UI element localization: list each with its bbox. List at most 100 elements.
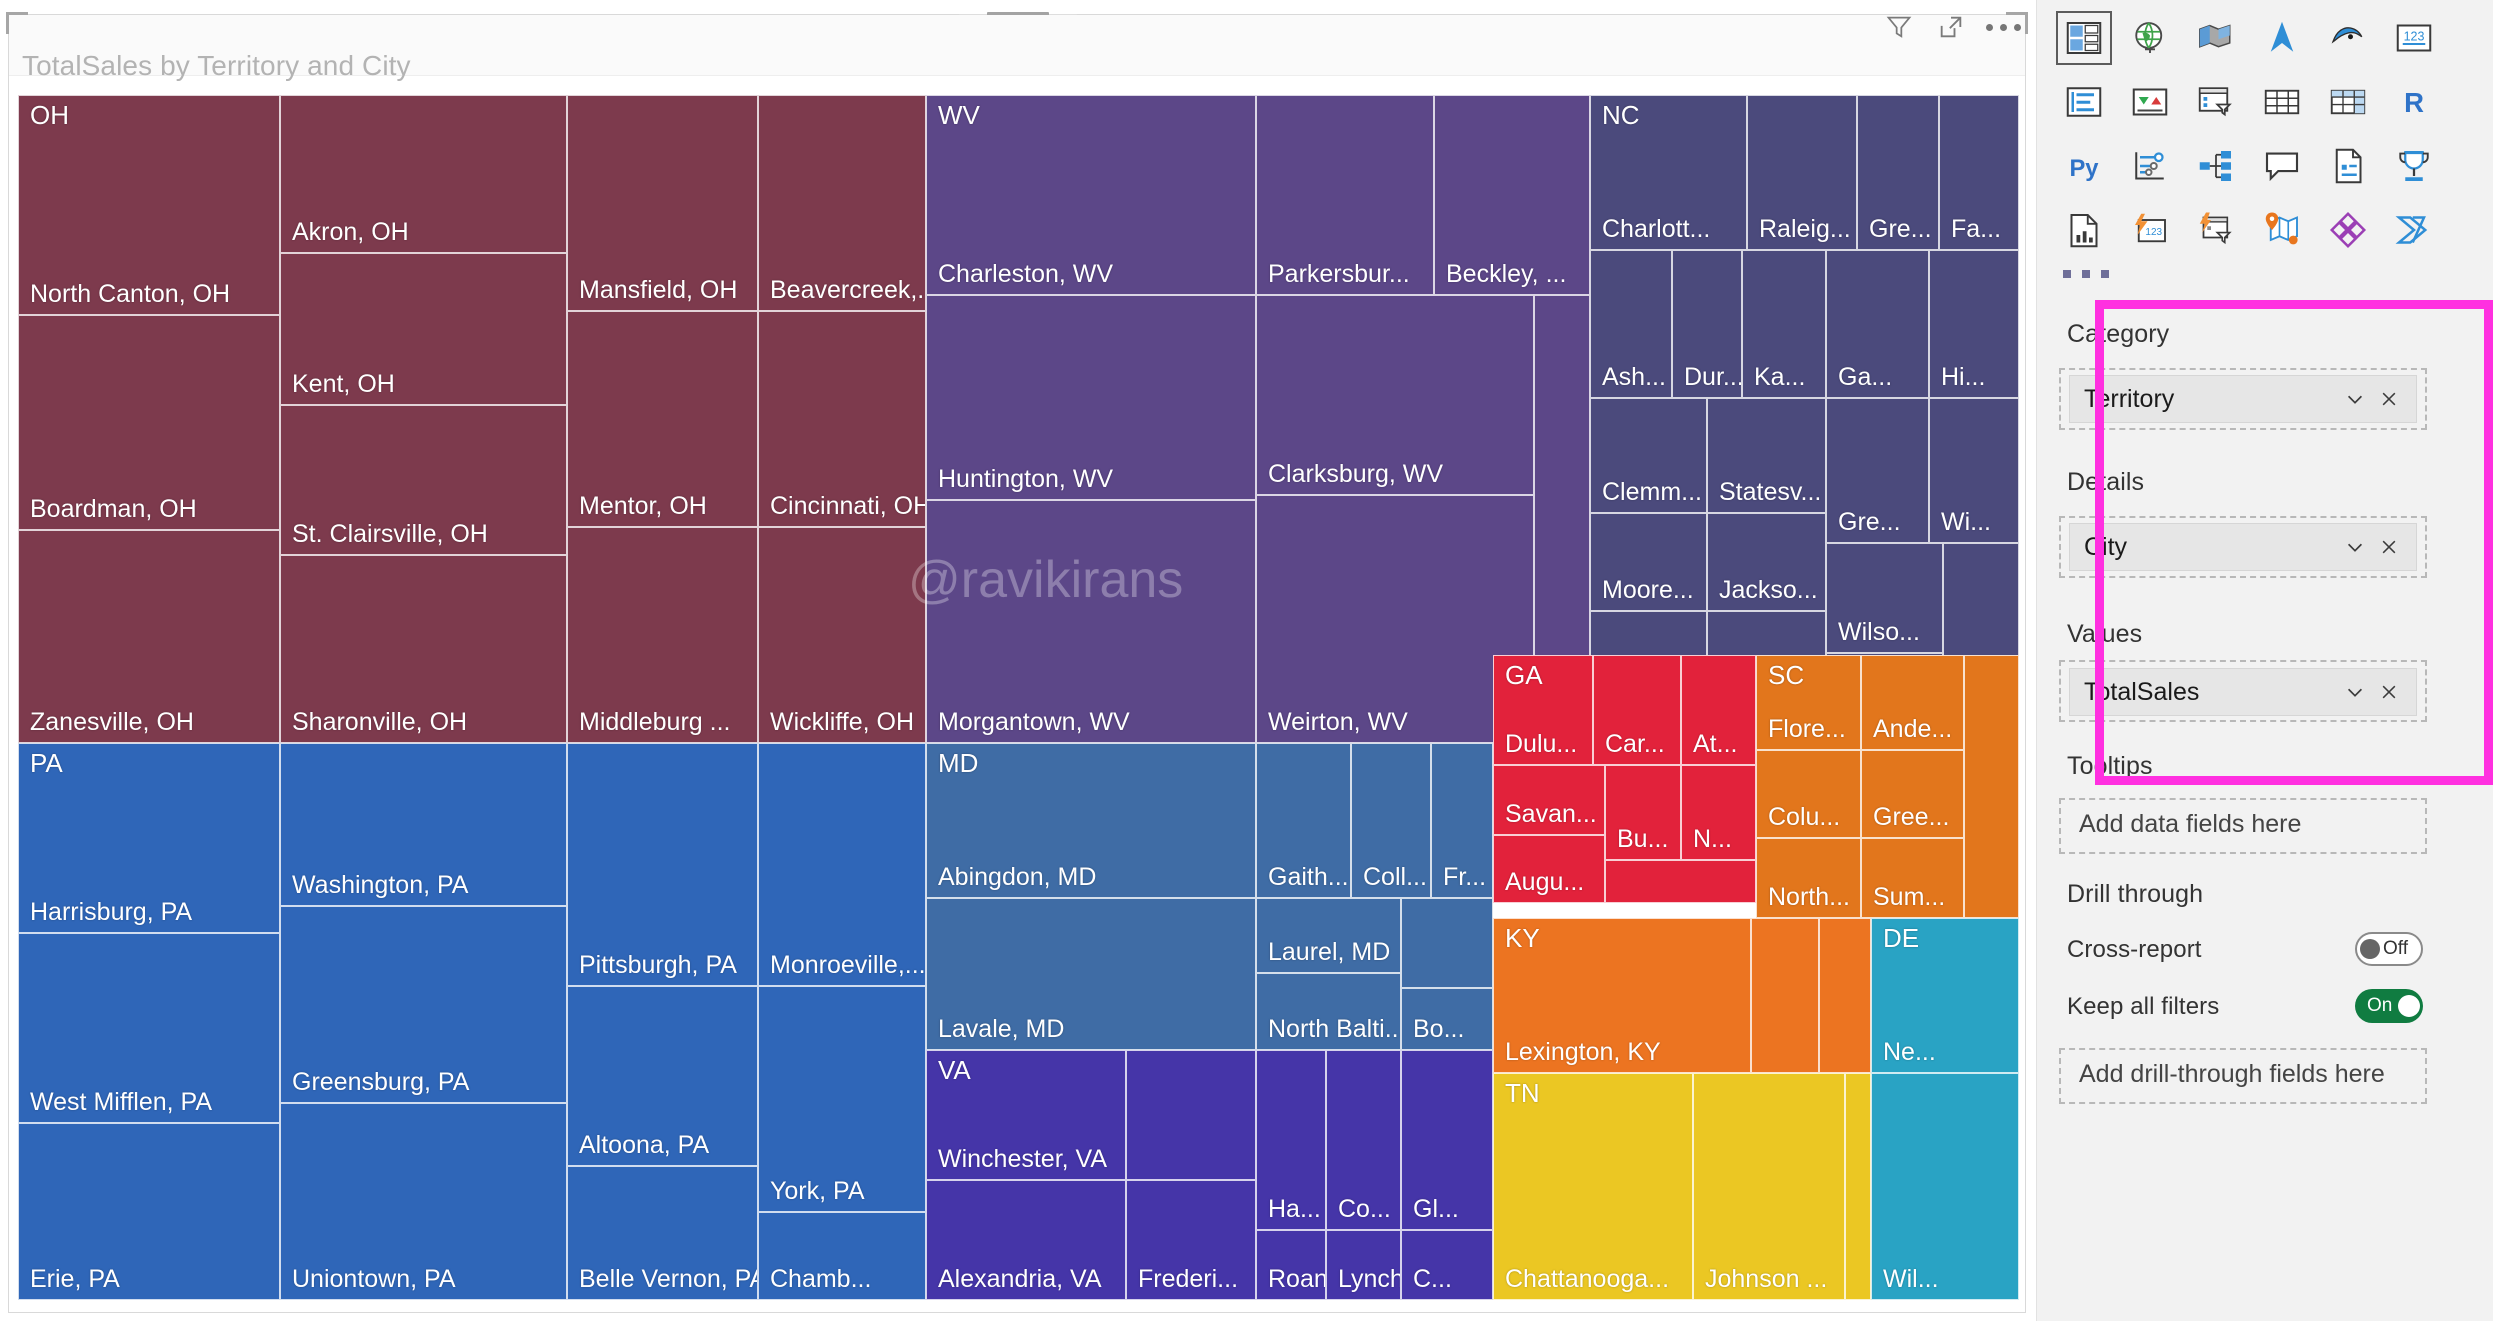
treemap-tile[interactable]: Pittsburgh, PA <box>567 743 758 986</box>
treemap-tile[interactable]: Clarksburg, WV <box>1256 295 1534 495</box>
slicer-icon[interactable] <box>2183 70 2249 134</box>
treemap-tile[interactable]: Akron, OH <box>280 95 567 253</box>
treemap-tile[interactable]: Gree... <box>1861 750 1964 838</box>
treemap-tile[interactable]: C... <box>1401 1230 1493 1300</box>
treemap-tile[interactable]: Jackso... <box>1707 513 1826 611</box>
r-script-visual-icon[interactable]: R <box>2381 70 2447 134</box>
treemap-tile[interactable]: Dur... <box>1672 250 1742 398</box>
treemap-tile[interactable]: Alexandria, VA <box>926 1180 1126 1300</box>
treemap-tile[interactable]: Clemm... <box>1590 398 1707 513</box>
focus-mode-icon[interactable] <box>1936 12 1966 42</box>
treemap-tile[interactable]: Bu... <box>1605 765 1681 860</box>
treemap-tile[interactable]: Ha... <box>1256 1050 1326 1230</box>
treemap-tile[interactable]: Statesv... <box>1707 398 1826 513</box>
treemap-tile[interactable]: Boardman, OH <box>18 315 280 530</box>
azure-map-icon[interactable] <box>2249 198 2315 262</box>
treemap-tile[interactable]: Gaith... <box>1256 743 1351 898</box>
treemap-tile[interactable]: Ash... <box>1590 250 1672 398</box>
treemap-tile[interactable]: Charleston, WV <box>926 95 1256 295</box>
treemap-tile[interactable]: Winchester, VA <box>926 1050 1126 1180</box>
more-options-icon[interactable] <box>1985 12 2021 42</box>
treemap-tile[interactable]: Lexington, KY <box>1493 918 1751 1073</box>
treemap-tile[interactable]: Car... <box>1593 655 1681 765</box>
treemap-tile[interactable]: Lavale, MD <box>926 898 1256 1050</box>
treemap-tile[interactable]: Frederi... <box>1126 1180 1256 1300</box>
power-automate-icon[interactable]: 123 <box>2117 198 2183 262</box>
chevron-visual-icon[interactable] <box>2381 198 2447 262</box>
power-apps-icon[interactable] <box>2381 134 2447 198</box>
treemap-tile[interactable]: Johnson ... <box>1693 1073 1845 1300</box>
multi-row-card-icon[interactable] <box>2051 70 2117 134</box>
stacked-bar-chart-icon[interactable] <box>2051 6 2117 70</box>
treemap-tile[interactable]: Ga... <box>1826 250 1929 398</box>
treemap-tile[interactable]: Cincinnati, OH <box>758 311 926 527</box>
treemap-tile[interactable]: Washington, PA <box>280 743 567 906</box>
treemap-tile[interactable]: Greensburg, PA <box>280 906 567 1103</box>
treemap-tile[interactable]: Lynchbur... <box>1326 1230 1401 1300</box>
card-number-icon[interactable]: 123 <box>2381 6 2447 70</box>
qna-icon[interactable] <box>2249 134 2315 198</box>
treemap-tile[interactable]: Fr... <box>1431 743 1493 898</box>
treemap-tile[interactable] <box>1605 860 1756 903</box>
filter-icon[interactable] <box>1884 12 1914 42</box>
treemap-tile[interactable]: Abingdon, MD <box>926 743 1256 898</box>
treemap-tile[interactable]: West Mifflen, PA <box>18 933 280 1123</box>
treemap-tile[interactable]: Savan... <box>1493 765 1605 835</box>
treemap-tile[interactable]: Wickliffe, OH <box>758 527 926 743</box>
treemap-tile[interactable]: Dulu... <box>1493 655 1593 765</box>
treemap-tile[interactable]: Huntington, WV <box>926 295 1256 500</box>
filled-map-icon[interactable] <box>2183 6 2249 70</box>
treemap-tile[interactable]: Laurel, MD <box>1256 898 1401 973</box>
decomposition-tree-icon[interactable] <box>2183 134 2249 198</box>
matrix-icon[interactable] <box>2315 70 2381 134</box>
treemap-tile[interactable]: Gre... <box>1857 95 1939 250</box>
kpi-icon[interactable] <box>2117 70 2183 134</box>
treemap-tile[interactable]: Wil... <box>1871 1073 2019 1300</box>
treemap-tile[interactable] <box>1819 918 1871 1073</box>
treemap-tile[interactable]: N... <box>1681 765 1756 860</box>
treemap-tile[interactable]: Wilso... <box>1826 543 1943 653</box>
treemap-tile[interactable]: Flore... <box>1756 655 1861 750</box>
treemap-tile[interactable]: Sharonville, OH <box>280 555 567 743</box>
treemap-tile[interactable]: Gre... <box>1826 398 1929 543</box>
treemap-tile[interactable] <box>1126 1050 1256 1180</box>
treemap-tile[interactable]: Hi... <box>1929 250 2019 398</box>
app-source-visual-icon[interactable] <box>2315 198 2381 262</box>
treemap-tile[interactable]: Belle Vernon, PA <box>567 1166 758 1300</box>
treemap-tile[interactable]: Coll... <box>1351 743 1431 898</box>
treemap-tile[interactable] <box>1751 918 1819 1073</box>
treemap-tile[interactable]: Fa... <box>1939 95 2019 250</box>
treemap-tile[interactable]: Mansfield, OH <box>567 95 758 311</box>
python-visual-icon[interactable]: Py <box>2051 134 2117 198</box>
treemap-tile[interactable]: Sum... <box>1861 838 1964 918</box>
treemap-tile[interactable]: St. Clairsville, OH <box>280 405 567 555</box>
treemap-tile[interactable]: Middleburg ... <box>567 527 758 743</box>
treemap-tile[interactable]: Gl... <box>1401 1050 1493 1230</box>
treemap-tile[interactable]: Colu... <box>1756 750 1861 838</box>
treemap-tile[interactable]: At... <box>1681 655 1756 765</box>
arcgis-map-icon[interactable] <box>2249 6 2315 70</box>
treemap-tile[interactable]: Chattanooga... <box>1493 1073 1693 1300</box>
treemap-tile[interactable]: Augu... <box>1493 835 1605 903</box>
treemap-tile[interactable]: Bo... <box>1401 988 1493 1050</box>
treemap-tile[interactable] <box>1401 898 1493 988</box>
report-page-icon[interactable] <box>2051 198 2117 262</box>
treemap-tile[interactable]: Monroeville,... <box>758 743 926 986</box>
smart-narrative-icon[interactable] <box>2315 134 2381 198</box>
treemap-tile[interactable]: Mentor, OH <box>567 311 758 527</box>
key-influencers-icon[interactable] <box>2117 134 2183 198</box>
treemap-tile[interactable]: Ne... <box>1871 918 2019 1073</box>
treemap-tile[interactable]: Parkersbur... <box>1256 95 1434 295</box>
treemap-tile[interactable]: Harrisburg, PA <box>18 743 280 933</box>
treemap-tile[interactable]: North... <box>1756 838 1861 918</box>
treemap-tile[interactable]: Ande... <box>1861 655 1964 750</box>
treemap-tile[interactable]: Charlott... <box>1590 95 1747 250</box>
treemap-tile[interactable]: Ka... <box>1742 250 1826 398</box>
table-icon[interactable] <box>2249 70 2315 134</box>
keep-all-filters-toggle[interactable]: On <box>2355 989 2423 1023</box>
treemap-tile[interactable]: Morgantown, WV <box>926 500 1256 743</box>
treemap-tile[interactable]: Kent, OH <box>280 253 567 405</box>
treemap-tile[interactable]: Chamb... <box>758 1212 926 1300</box>
treemap-tile[interactable]: Altoona, PA <box>567 986 758 1166</box>
treemap-tile[interactable]: Zanesville, OH <box>18 530 280 743</box>
